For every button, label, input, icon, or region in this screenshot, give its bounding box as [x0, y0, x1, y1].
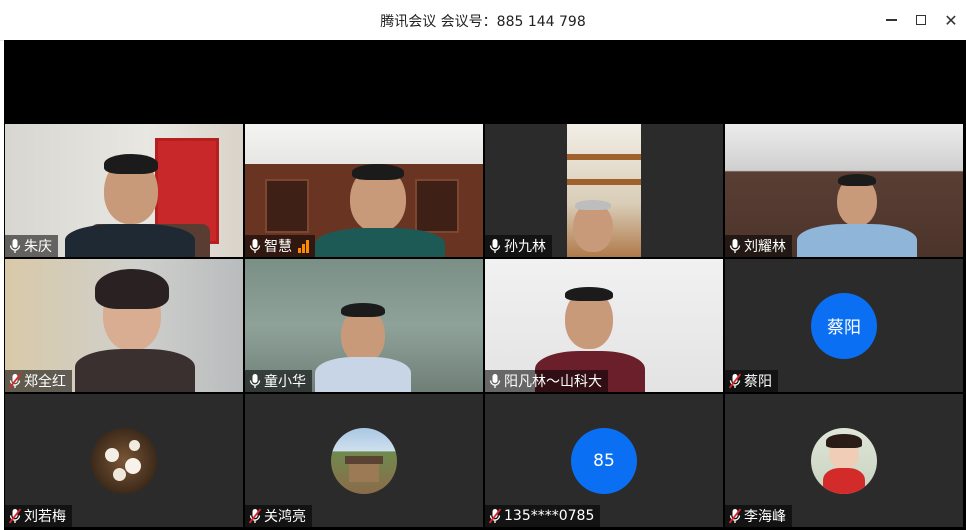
participant-tile[interactable]: 阳凡林～山科大: [485, 259, 723, 392]
participant-name: 朱庆: [24, 239, 52, 255]
avatar-child-photo: [811, 427, 877, 494]
participant-tile[interactable]: 童小华: [245, 259, 483, 392]
mic-muted-icon: [8, 373, 22, 389]
participant-tile[interactable]: 李海峰: [725, 394, 963, 527]
mic-icon: [249, 238, 261, 254]
participant-name: 智慧: [264, 239, 292, 255]
mic-muted-icon: [248, 508, 262, 524]
name-tag: 童小华: [245, 370, 312, 392]
participant-tile[interactable]: 刘若梅: [5, 394, 243, 527]
mic-muted-icon: [8, 508, 22, 524]
mic-icon: [489, 238, 501, 254]
minimize-icon: [885, 19, 897, 21]
avatar: 蔡阳: [811, 292, 877, 359]
participant-name: 孙九林: [504, 239, 546, 255]
shared-screen-area: [4, 40, 966, 123]
participant-name: 刘若梅: [24, 509, 66, 525]
name-tag: 朱庆: [5, 235, 58, 257]
mic-muted-icon: [728, 508, 742, 524]
name-tag: 蔡阳: [725, 370, 778, 392]
participant-name: 蔡阳: [744, 374, 772, 390]
participant-name: 关鸿亮: [264, 509, 306, 525]
window-title: 腾讯会议 会议号：885 144 798: [380, 14, 586, 30]
participant-tile[interactable]: 孙九林: [485, 124, 723, 257]
participant-grid: 朱庆 智慧 孙九林 刘耀林 郑全红 童小华 阳凡林～山科大 蔡阳 蔡阳 刘若梅 …: [4, 123, 966, 530]
mic-icon: [9, 238, 21, 254]
participant-tile[interactable]: 郑全红: [5, 259, 243, 392]
name-tag: 关鸿亮: [245, 505, 312, 527]
avatar-flowers-photo: [91, 427, 157, 494]
close-button[interactable]: ✕: [940, 9, 962, 31]
participant-name: 童小华: [264, 374, 306, 390]
participant-name: 135****0785: [504, 508, 595, 524]
mic-icon: [489, 373, 501, 389]
mic-icon: [249, 373, 261, 389]
name-tag: 智慧: [245, 235, 315, 257]
close-icon: ✕: [944, 10, 958, 30]
participant-tile[interactable]: 刘耀林: [725, 124, 963, 257]
participant-name: 刘耀林: [744, 239, 786, 255]
minimize-button[interactable]: [880, 9, 902, 31]
participant-name: 阳凡林～山科大: [504, 374, 602, 390]
participant-tile[interactable]: 蔡阳 蔡阳: [725, 259, 963, 392]
name-tag: 李海峰: [725, 505, 792, 527]
signal-strength-icon: [298, 239, 309, 253]
maximize-icon: [916, 15, 926, 25]
participant-tile[interactable]: 85 135****0785: [485, 394, 723, 527]
meeting-stage: 朱庆 智慧 孙九林 刘耀林 郑全红 童小华 阳凡林～山科大 蔡阳 蔡阳 刘若梅 …: [4, 40, 966, 530]
participant-name: 郑全红: [24, 374, 66, 390]
participant-tile[interactable]: 朱庆: [5, 124, 243, 257]
avatar-landscape-photo: [331, 427, 397, 494]
name-tag: 135****0785: [485, 505, 601, 527]
avatar: 85: [571, 427, 637, 494]
mic-muted-icon: [728, 373, 742, 389]
name-tag: 孙九林: [485, 235, 552, 257]
name-tag: 郑全红: [5, 370, 72, 392]
name-tag: 刘耀林: [725, 235, 792, 257]
participant-tile-speaking[interactable]: 智慧: [245, 124, 483, 257]
name-tag: 阳凡林～山科大: [485, 370, 608, 392]
mic-muted-icon: [488, 508, 502, 524]
participant-name: 李海峰: [744, 509, 786, 525]
name-tag: 刘若梅: [5, 505, 72, 527]
mic-icon: [729, 238, 741, 254]
participant-tile[interactable]: 关鸿亮: [245, 394, 483, 527]
title-bar: 腾讯会议 会议号：885 144 798 ✕: [0, 0, 966, 41]
maximize-button[interactable]: [910, 9, 932, 31]
